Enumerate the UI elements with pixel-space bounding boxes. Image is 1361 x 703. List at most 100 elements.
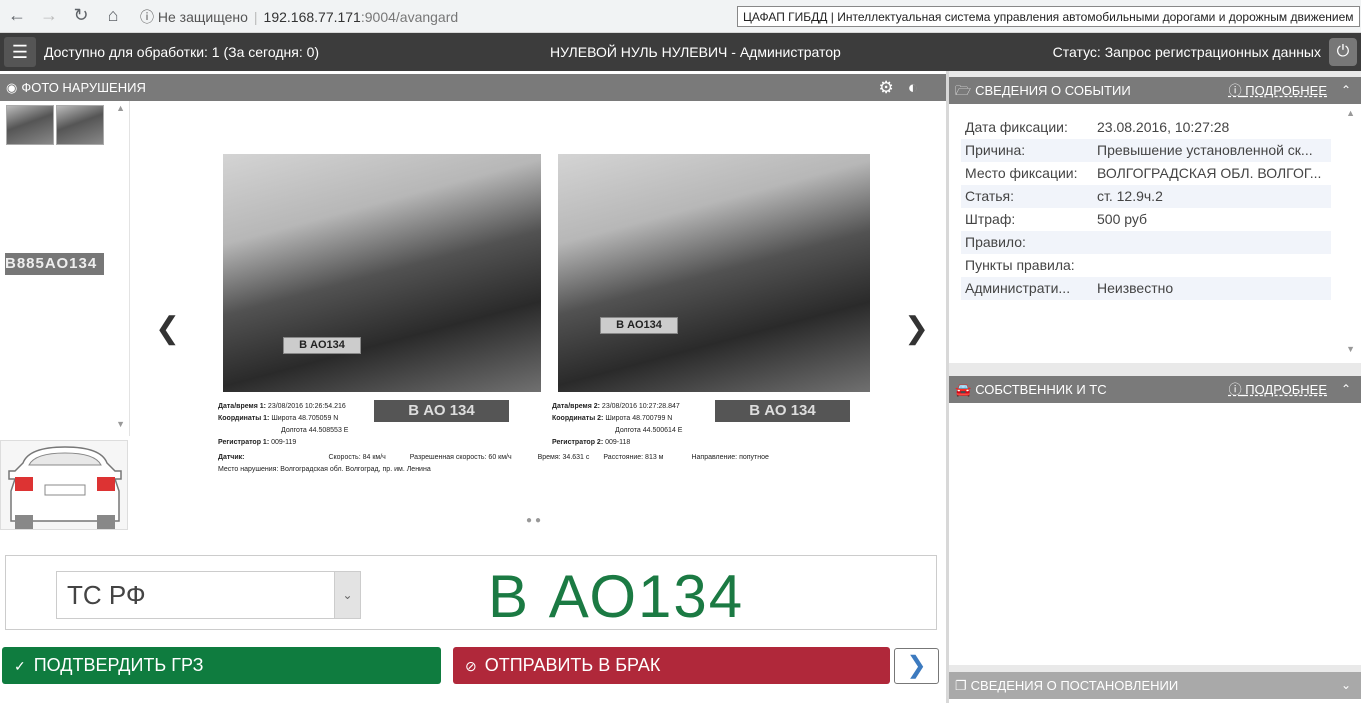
meta-value: 009-118 <box>605 439 631 446</box>
thumbnail-photo[interactable] <box>56 105 104 145</box>
next-photo-icon[interactable]: ❯ <box>904 311 929 346</box>
row-key: Место фиксации: <box>965 165 1078 181</box>
thumbnail-plate[interactable]: В885АО134 <box>5 253 104 275</box>
meta-label: Регистратор 2: <box>552 439 604 446</box>
scroll-up-icon[interactable]: ▲ <box>116 103 125 113</box>
row-value: Неизвестно <box>1097 280 1174 296</box>
chevron-down-icon[interactable]: ⌄ <box>334 572 360 618</box>
next-button[interactable]: ❯ <box>894 648 939 684</box>
vehicle-type-select[interactable]: ТС РФ ⌄ <box>56 571 361 619</box>
event-details: Дата фиксации: 23.08.2016, 10:27:28 Причи… <box>949 104 1361 363</box>
url-host: 192.168.77.171 <box>263 9 361 25</box>
chevron-up-icon[interactable]: ⌃ <box>1341 376 1351 403</box>
row-key: Пункты правила: <box>965 257 1075 273</box>
current-user: НУЛЕВОЙ НУЛЬ НУЛЕВИЧ - Администратор <box>550 44 841 60</box>
menu-icon[interactable]: ☰ <box>4 37 36 67</box>
info-icon: ⓘ <box>1228 83 1242 98</box>
resolution-panel-title: СВЕДЕНИЯ О ПОСТАНОВЛЕНИИ <box>970 678 1179 693</box>
event-row: Статья: ст. 12.9ч.2 <box>961 185 1331 208</box>
owner-panel-header: 🚘 СОБСТВЕННИК И ТС ⓘ ПОДРОБНЕЕ ⌃ <box>949 376 1361 403</box>
row-key: Дата фиксации: <box>965 119 1068 135</box>
row-value: ВОЛГОГРАДСКАЯ ОБЛ. ВОЛГОГ... <box>1097 165 1322 181</box>
meta-label: Регистратор 1: <box>218 439 270 446</box>
title-tooltip: ЦАФАП ГИБДД | Интеллектуальная система у… <box>737 6 1360 27</box>
meta-value: Широта 48.705059 N <box>271 415 339 422</box>
plate-editor: ТС РФ ⌄ В АО134 <box>5 555 937 630</box>
carousel-dots[interactable]: ●● <box>526 515 544 526</box>
ban-icon: ⊘ <box>465 658 477 674</box>
meta-value: Скорость: 84 км/ч <box>328 454 386 461</box>
more-label: ПОДРОБНЕЕ <box>1245 382 1327 397</box>
row-value: 500 руб <box>1097 211 1148 227</box>
app-header: ☰ Доступно для обработки: 1 (За сегодня:… <box>0 33 1361 71</box>
row-value: 23.08.2016, 10:27:28 <box>1097 119 1230 135</box>
power-icon[interactable]: ⏻ <box>1329 38 1357 66</box>
meta-label: Координаты 2: <box>552 415 604 422</box>
event-row: Причина: Превышение установленной ск... <box>961 139 1331 162</box>
violation-photo-2[interactable]: В АО134 <box>558 154 870 392</box>
meta-value: 23/08/2016 10:26:54.216 <box>267 403 346 410</box>
vehicle-type-value: ТС РФ <box>67 580 146 610</box>
event-row: Пункты правила: <box>961 254 1331 277</box>
meta-label: Дата/время 2: <box>552 403 600 410</box>
meta-value: 009-119 <box>271 439 297 446</box>
contrast-icon[interactable]: ◐ <box>908 78 932 97</box>
row-key: Статья: <box>965 188 1015 204</box>
photo-panel-title: ФОТО НАРУШЕНИЯ <box>21 80 146 95</box>
photo-plate: В АО134 <box>600 317 678 334</box>
more-label: ПОДРОБНЕЕ <box>1245 83 1327 98</box>
thumbnail-strip: В885АО134 ▲ ▼ <box>0 101 130 436</box>
event-row: Дата фиксации: 23.08.2016, 10:27:28 <box>961 116 1331 139</box>
meta-label: Дата/время 1: <box>218 403 266 410</box>
folder-open-icon: 🗁 <box>955 83 972 98</box>
reload-icon[interactable]: ↻ <box>70 5 92 26</box>
confirm-label: ПОДТВЕРДИТЬ ГРЗ <box>33 655 204 675</box>
confirm-plate-button[interactable]: ✓ ПОДТВЕРДИТЬ ГРЗ <box>2 647 441 684</box>
chevron-up-icon[interactable]: ⌃ <box>1341 77 1351 104</box>
info-icon: ⓘ <box>140 9 154 25</box>
violation-photo-1[interactable]: В АО134 <box>223 154 541 392</box>
row-key: Штраф: <box>965 211 1016 227</box>
plate-number-field[interactable]: В АО134 <box>488 562 744 631</box>
owner-panel-title: СОБСТВЕННИК И ТС <box>975 382 1107 397</box>
event-row: Администрати... Неизвестно <box>961 277 1331 300</box>
place-line: Место нарушения: Волгоградская обл. Волг… <box>218 466 431 473</box>
thumbnail-photo[interactable] <box>6 105 54 145</box>
forward-icon[interactable]: → <box>38 5 60 26</box>
send-to-reject-button[interactable]: ⊘ ОТПРАВИТЬ В БРАК <box>453 647 890 684</box>
copy-icon: ❐ <box>955 678 967 693</box>
resolution-panel-header[interactable]: ❐ СВЕДЕНИЯ О ПОСТАНОВЛЕНИИ ⌄ <box>949 672 1361 699</box>
row-value: ст. 12.9ч.2 <box>1097 188 1163 204</box>
meta-value: Разрешенная скорость: 60 км/ч <box>409 454 512 461</box>
owner-more-link[interactable]: ⓘ ПОДРОБНЕЕ <box>1229 376 1327 403</box>
reject-label: ОТПРАВИТЬ В БРАК <box>484 655 661 675</box>
home-icon[interactable]: ⌂ <box>102 5 124 26</box>
meta-label: Координаты 1: <box>218 415 270 422</box>
event-more-link[interactable]: ⓘ ПОДРОБНЕЕ <box>1229 77 1327 104</box>
spacer <box>949 665 1361 672</box>
photo-2-meta: Дата/время 2: 23/08/2016 10:27:28.847 Ко… <box>552 401 682 449</box>
browser-toolbar: ← → ↻ ⌂ ⓘ Не защищено | 192.168.77.171:900… <box>0 0 1361 33</box>
chevron-down-icon: ✓ <box>14 658 26 674</box>
info-icon: ⓘ <box>1228 382 1242 397</box>
settings-icon[interactable]: ⚙ <box>878 78 907 97</box>
event-row: Правило: <box>961 231 1331 254</box>
address-bar[interactable]: ⓘ Не защищено | 192.168.77.171:9004/avanga… <box>140 7 458 27</box>
prev-photo-icon[interactable]: ❮ <box>155 311 180 346</box>
row-value: Превышение установленной ск... <box>1097 142 1313 158</box>
event-row: Место фиксации: ВОЛГОГРАДСКАЯ ОБЛ. ВОЛГОГ… <box>961 162 1331 185</box>
scroll-down-icon[interactable]: ▼ <box>116 419 125 429</box>
back-icon[interactable]: ← <box>6 5 28 26</box>
sensor-line: Датчик: Скорость: 84 км/ч Разрешенная ск… <box>218 452 769 464</box>
meta-label: Датчик: <box>218 454 245 461</box>
photo-1-meta: Дата/время 1: 23/08/2016 10:26:54.216 Ко… <box>218 401 348 449</box>
owner-details <box>949 403 1361 665</box>
photo-panel-header: ◉ ФОТО НАРУШЕНИЯ ⚙◐ <box>0 74 946 101</box>
photo-plate: В АО134 <box>283 337 361 354</box>
photo-1-plate-crop: В АО 134 <box>374 400 509 422</box>
scroll-down-icon[interactable]: ▼ <box>1346 344 1355 354</box>
scroll-up-icon[interactable]: ▲ <box>1346 108 1355 118</box>
row-key: Причина: <box>965 142 1026 158</box>
chevron-down-icon[interactable]: ⌄ <box>1341 672 1351 699</box>
url-path: :9004/avangard <box>360 9 459 25</box>
